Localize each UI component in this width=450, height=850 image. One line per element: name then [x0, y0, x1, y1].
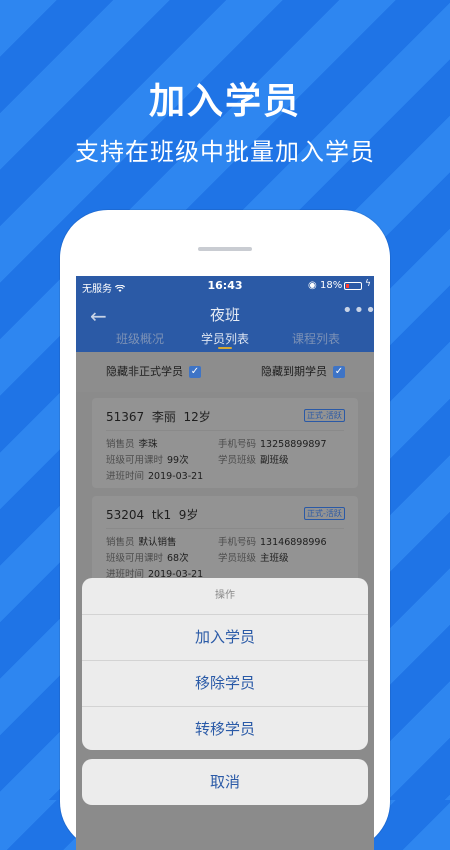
hours-value: 99次 [167, 455, 189, 466]
phone-frame: 无服务 16:43 ◉ 18% ϟ ← 夜班 ••• 班级概况 学员列表 课程列… [60, 210, 390, 850]
phone-speaker [198, 247, 252, 251]
student-card-heading: 51367 李丽 12岁 [106, 408, 211, 425]
sales-label: 销售员 [106, 439, 135, 450]
battery-percentage: 18% [320, 280, 343, 291]
student-id: 51367 [106, 410, 145, 424]
phone-value: 13146898996 [260, 537, 327, 548]
active-tab-indicator [218, 347, 232, 349]
nav-bar: ← 夜班 ••• 班级概况 学员列表 课程列表 [76, 296, 374, 352]
student-card[interactable]: 51367 李丽 12岁 正式-活跃 销售员 李珠 手机号码 13258899897… [92, 398, 358, 488]
class-label: 学员班级 [218, 553, 257, 564]
student-id: 53204 [106, 508, 145, 522]
hide-expired-label: 隐藏到期学员 [261, 365, 327, 378]
hours-label: 班级可用课时 [106, 553, 164, 564]
sales-field: 销售员 李珠 [106, 436, 158, 450]
remove-student-button[interactable]: 移除学员 [82, 661, 368, 707]
status-badge: 正式-活跃 [304, 507, 345, 520]
tab-course-list[interactable]: 课程列表 [292, 330, 340, 347]
tab-student-list[interactable]: 学员列表 [201, 330, 249, 347]
battery-icon [344, 282, 362, 290]
charging-bolt-icon: ϟ [365, 279, 371, 289]
hide-expired-checkbox[interactable]: ✓ [333, 366, 345, 378]
page-title: 夜班 [209, 306, 240, 324]
phone-label: 手机号码 [218, 439, 257, 450]
promo-subheadline: 支持在班级中批量加入学员 [75, 138, 375, 166]
hide-informal-label: 隐藏非正式学员 [106, 365, 183, 378]
class-label: 学员班级 [218, 455, 257, 466]
phone-label: 手机号码 [218, 537, 257, 548]
hours-field: 班级可用课时 68次 [106, 550, 189, 564]
sales-field: 销售员 默认销售 [106, 534, 177, 548]
student-name: tk1 [151, 508, 172, 522]
cancel-button[interactable]: 取消 [82, 759, 368, 805]
tab-class-overview[interactable]: 班级概况 [116, 330, 164, 347]
hours-label: 班级可用课时 [106, 455, 164, 466]
phone-field: 手机号码 13146898996 [218, 534, 327, 548]
sales-value: 默认销售 [138, 537, 177, 548]
join-value: 2019-03-21 [148, 471, 204, 482]
phone-field: 手机号码 13258899897 [218, 436, 327, 450]
app-screen: 无服务 16:43 ◉ 18% ϟ ← 夜班 ••• 班级概况 学员列表 课程列… [76, 276, 374, 850]
filter-row: 隐藏非正式学员 ✓ 隐藏到期学员 ✓ [76, 352, 374, 392]
student-age: 9岁 [178, 508, 199, 522]
hours-field: 班级可用课时 99次 [106, 452, 189, 466]
hide-expired-filter[interactable]: 隐藏到期学员 ✓ [261, 363, 345, 379]
transfer-student-button[interactable]: 转移学员 [82, 707, 368, 750]
phone-value: 13258899897 [260, 439, 327, 450]
hide-informal-filter[interactable]: 隐藏非正式学员 ✓ [106, 363, 201, 379]
class-field: 学员班级 主班级 [218, 550, 289, 564]
card-divider [106, 528, 344, 529]
promo-headline: 加入学员 [148, 81, 301, 122]
action-sheet-title: 操作 [82, 578, 368, 615]
card-divider [106, 430, 344, 431]
join-label: 进班时间 [106, 471, 145, 482]
student-name: 李丽 [151, 410, 176, 424]
student-card[interactable]: 53204 tk1 9岁 正式-活跃 销售员 默认销售 手机号码 131468989… [92, 496, 358, 586]
student-card-heading: 53204 tk1 9岁 [106, 506, 198, 523]
student-age: 12岁 [183, 410, 211, 424]
status-badge: 正式-活跃 [304, 409, 345, 422]
action-sheet: 操作 加入学员 移除学员 转移学员 [82, 578, 368, 750]
rotation-lock-icon: ◉ [308, 280, 317, 291]
add-student-button[interactable]: 加入学员 [82, 615, 368, 661]
class-value: 副班级 [260, 455, 289, 466]
sales-value: 李珠 [138, 439, 158, 450]
sales-label: 销售员 [106, 537, 135, 548]
status-bar: 无服务 16:43 ◉ 18% ϟ [76, 276, 374, 296]
class-field: 学员班级 副班级 [218, 452, 289, 466]
more-icon[interactable]: ••• [342, 300, 374, 321]
hours-value: 68次 [167, 553, 189, 564]
join-field: 进班时间 2019-03-21 [106, 468, 203, 482]
hide-informal-checkbox[interactable]: ✓ [189, 366, 201, 378]
class-value: 主班级 [260, 553, 289, 564]
